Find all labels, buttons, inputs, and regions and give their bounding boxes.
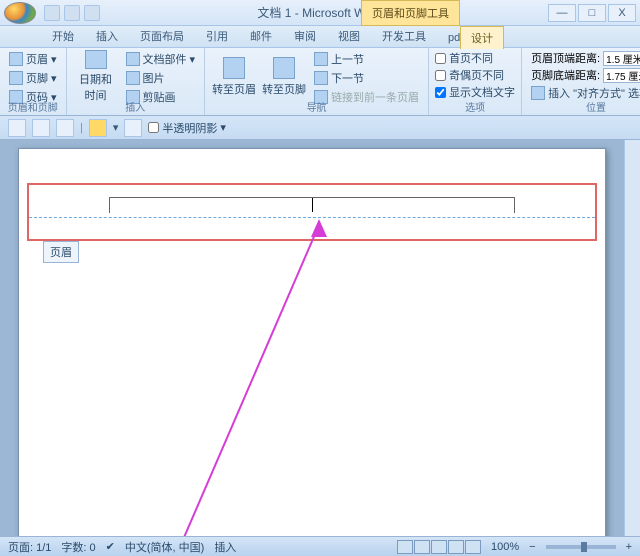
view-buttons — [397, 540, 481, 554]
tab-mailings[interactable]: 邮件 — [240, 25, 282, 47]
tab-insert[interactable]: 插入 — [86, 25, 128, 47]
title-bar: 文档 1 - Microsoft Word 页眉和页脚工具 — □ X — [0, 0, 640, 26]
group-navigation: 转至页眉 转至页脚 上一节 下一节 链接到前一条页眉 导航 — [205, 48, 429, 115]
goto-header-icon — [223, 57, 245, 79]
view-outline-icon[interactable] — [448, 540, 464, 554]
view-full-screen-icon[interactable] — [414, 540, 430, 554]
date-time-button[interactable]: 日期和 时间 — [73, 50, 119, 103]
group-header-footer: 页眉 ▾ 页脚 ▾ 页码 ▾ 页眉和页脚 — [0, 48, 67, 115]
prev-section-button[interactable]: 上一节 — [311, 50, 422, 68]
footer-button[interactable]: 页脚 ▾ — [6, 69, 60, 87]
tab-review[interactable]: 审阅 — [284, 25, 326, 47]
zoom-slider[interactable] — [546, 545, 616, 549]
qat-undo-icon[interactable] — [64, 5, 80, 21]
contextual-tab-label: 页眉和页脚工具 — [361, 0, 460, 26]
status-page[interactable]: 页面: 1/1 — [8, 539, 51, 555]
close-button[interactable]: X — [608, 4, 636, 22]
goto-footer-button[interactable]: 转至页脚 — [261, 50, 307, 103]
footer-icon — [9, 71, 23, 85]
next-section-button[interactable]: 下一节 — [311, 69, 422, 87]
header-top-distance: 页眉顶端距离: — [528, 50, 640, 66]
tb-btn-2[interactable] — [32, 119, 50, 137]
header-button[interactable]: 页眉 ▾ — [6, 50, 60, 68]
tb-pen-icon[interactable] — [89, 119, 107, 137]
page[interactable]: 页眉 — [18, 148, 606, 536]
calendar-icon — [85, 50, 107, 69]
header-icon — [9, 52, 23, 66]
header-boundary-line — [29, 217, 595, 218]
header-top-input[interactable] — [603, 51, 640, 66]
qat-redo-icon[interactable] — [84, 5, 100, 21]
quick-access-toolbar — [44, 5, 100, 21]
zoom-in-button[interactable]: + — [626, 541, 632, 553]
show-doc-text-checkbox[interactable]: 显示文档文字 — [435, 84, 515, 100]
diff-odd-even-checkbox[interactable]: 奇偶页不同 — [435, 67, 515, 83]
view-draft-icon[interactable] — [465, 540, 481, 554]
picture-icon — [126, 71, 140, 85]
status-proof-icon[interactable]: ✔ — [106, 540, 115, 553]
header-highlight-box — [27, 183, 597, 241]
zoom-out-button[interactable]: − — [529, 541, 535, 553]
ribbon-tabs: 开始 插入 页面布局 引用 邮件 审阅 视图 开发工具 pdf toolset … — [0, 26, 640, 48]
ghost-shadow-checkbox[interactable]: 半透明阴影 ▾ — [148, 120, 226, 136]
up-icon — [314, 52, 328, 66]
goto-header-button[interactable]: 转至页眉 — [211, 50, 257, 103]
status-insert-mode[interactable]: 插入 — [214, 539, 236, 555]
down-icon — [314, 71, 328, 85]
tab-design[interactable]: 设计 — [460, 26, 504, 49]
minimize-button[interactable]: — — [548, 4, 576, 22]
status-language[interactable]: 中文(简体, 中国) — [125, 539, 204, 555]
office-button[interactable] — [4, 2, 36, 24]
tab-developer[interactable]: 开发工具 — [372, 25, 436, 47]
parts-icon — [126, 52, 140, 66]
secondary-toolbar: | ▾ 半透明阴影 ▾ — [0, 116, 640, 140]
group-position: 页眉顶端距离: 页脚底端距离: 插入 "对齐方式" 选项卡 位置 — [522, 48, 640, 115]
status-words[interactable]: 字数: 0 — [61, 539, 95, 555]
tab-page-layout[interactable]: 页面布局 — [130, 25, 194, 47]
tab-home[interactable]: 开始 — [42, 25, 84, 47]
tb-eraser-icon[interactable] — [124, 119, 142, 137]
qat-save-icon[interactable] — [44, 5, 60, 21]
diff-first-page-checkbox[interactable]: 首页不同 — [435, 50, 515, 66]
vertical-scrollbar[interactable] — [624, 140, 640, 536]
tab-view[interactable]: 视图 — [328, 25, 370, 47]
header-rule — [109, 197, 515, 213]
tb-btn-1[interactable] — [8, 119, 26, 137]
text-cursor — [312, 198, 313, 212]
view-web-layout-icon[interactable] — [431, 540, 447, 554]
document-area: 页眉 — [0, 140, 640, 536]
tab-references[interactable]: 引用 — [196, 25, 238, 47]
tb-btn-3[interactable] — [56, 119, 74, 137]
view-print-layout-icon[interactable] — [397, 540, 413, 554]
maximize-button[interactable]: □ — [578, 4, 606, 22]
footer-bottom-input[interactable] — [603, 68, 640, 83]
header-tag: 页眉 — [43, 241, 79, 263]
goto-footer-icon — [273, 57, 295, 79]
group-options: 首页不同 奇偶页不同 显示文档文字 选项 — [429, 48, 522, 115]
footer-bottom-distance: 页脚底端距离: — [528, 67, 640, 83]
group-insert: 日期和 时间 文档部件 ▾ 图片 剪贴画 插入 — [67, 48, 206, 115]
status-bar: 页面: 1/1 字数: 0 ✔ 中文(简体, 中国) 插入 100% − + — [0, 536, 640, 556]
ribbon: 页眉 ▾ 页脚 ▾ 页码 ▾ 页眉和页脚 日期和 时间 文档部件 ▾ 图片 剪贴… — [0, 48, 640, 116]
align-tab-icon — [531, 86, 545, 100]
quick-parts-button[interactable]: 文档部件 ▾ — [123, 50, 199, 68]
picture-button[interactable]: 图片 — [123, 69, 199, 87]
annotation-arrow — [149, 219, 369, 536]
zoom-percent[interactable]: 100% — [491, 541, 519, 553]
